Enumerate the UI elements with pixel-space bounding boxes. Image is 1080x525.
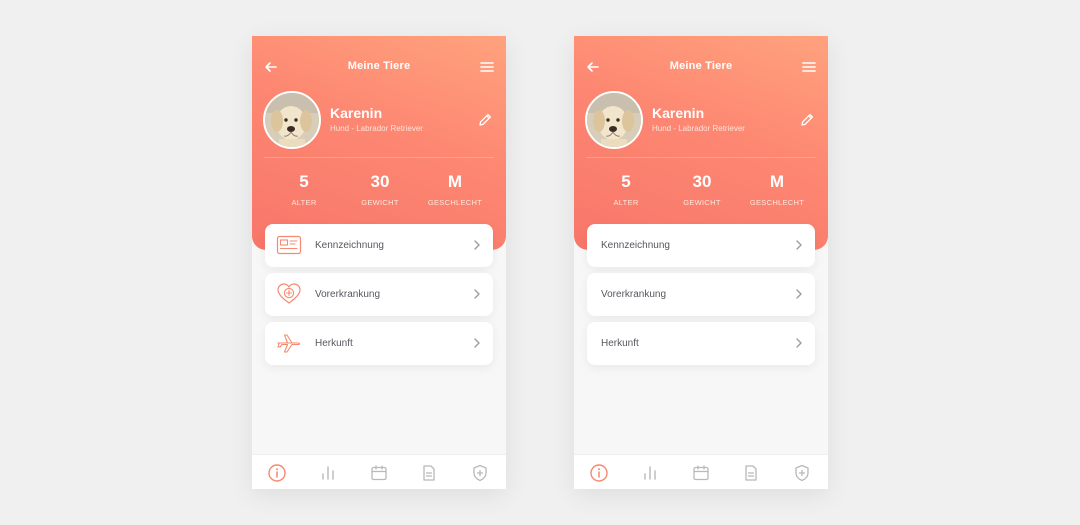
shield-plus-icon: [795, 464, 809, 482]
chevron-right-icon: [794, 288, 804, 300]
edit-button[interactable]: [476, 111, 494, 129]
pet-breed: Hund - Labrador Retriever: [330, 124, 423, 133]
profile-header: Meine Tiere Karenin Hund - Labrador Retr…: [252, 36, 506, 250]
stat-value: M: [769, 172, 785, 191]
profile-header: Meine Tiere Karenin Hund - Labrador Retr…: [574, 36, 828, 250]
pet-name: Karenin: [330, 105, 383, 121]
top-bar: Meine Tiere: [252, 56, 506, 78]
stat-weight: 30 GEWICHT: [667, 172, 737, 207]
pet-breed: Hund - Labrador Retriever: [652, 124, 745, 133]
page-title: Meine Tiere: [669, 60, 733, 72]
card-label: Kennzeichnung: [601, 240, 670, 251]
pet-avatar: [585, 91, 643, 149]
top-bar: Meine Tiere: [574, 56, 828, 78]
stat-label: GESCHLECHT: [427, 198, 483, 207]
heart-plus-icon: [276, 282, 302, 306]
pencil-icon: [479, 113, 492, 126]
header-divider: [264, 157, 494, 158]
card-label: Herkunft: [601, 338, 639, 349]
document-icon: [745, 465, 757, 481]
pet-avatar: [263, 91, 321, 149]
stat-value: 30: [370, 172, 390, 191]
card-label: Kennzeichnung: [315, 240, 384, 251]
document-icon: [423, 465, 435, 481]
airplane-icon: [276, 331, 302, 355]
edit-button[interactable]: [798, 111, 816, 129]
chevron-right-icon: [472, 337, 482, 349]
hamburger-icon: [802, 62, 816, 72]
card-label: Vorerkrankung: [315, 289, 381, 300]
tab-calendar[interactable]: [691, 463, 711, 483]
tab-info[interactable]: [589, 463, 609, 483]
chevron-right-icon: [794, 239, 804, 251]
pet-name: Karenin: [652, 105, 705, 121]
bar-chart-icon: [322, 466, 334, 480]
stat-gender: M GESCHLECHT: [420, 172, 490, 207]
card-herkunft[interactable]: Herkunft: [265, 322, 493, 365]
card-vorerkrankung[interactable]: Vorerkrankung: [265, 273, 493, 316]
dog-photo: [265, 93, 319, 147]
stat-value: M: [447, 172, 463, 191]
card-kennzeichnung[interactable]: Kennzeichnung: [265, 224, 493, 267]
tab-info[interactable]: [267, 463, 287, 483]
stat-label: ALTER: [613, 198, 639, 207]
stat-age: 5 ALTER: [269, 172, 339, 207]
card-herkunft[interactable]: Herkunft: [587, 322, 815, 365]
chevron-right-icon: [472, 239, 482, 251]
tab-statistics[interactable]: [318, 463, 338, 483]
bottom-tab-bar: [252, 454, 506, 489]
card-label: Vorerkrankung: [601, 289, 667, 300]
info-icon: [268, 464, 286, 482]
tab-health[interactable]: [470, 463, 490, 483]
stat-weight: 30 GEWICHT: [345, 172, 415, 207]
phone-screen-with-icons: Meine Tiere Karenin Hund - Labrador Retr…: [252, 36, 506, 489]
stat-label: ALTER: [291, 198, 317, 207]
stat-label: GEWICHT: [683, 198, 721, 207]
calendar-icon: [693, 465, 709, 481]
calendar-icon: [371, 465, 387, 481]
pencil-icon: [801, 113, 814, 126]
hamburger-icon: [480, 62, 494, 72]
stat-label: GESCHLECHT: [749, 198, 805, 207]
dog-photo: [587, 93, 641, 147]
chevron-right-icon: [472, 288, 482, 300]
stat-value: 5: [621, 172, 631, 191]
menu-button[interactable]: [478, 58, 496, 76]
menu-button[interactable]: [800, 58, 818, 76]
stat-gender: M GESCHLECHT: [742, 172, 812, 207]
card-label: Herkunft: [315, 338, 353, 349]
id-card-icon: [276, 233, 302, 257]
info-icon: [590, 464, 608, 482]
card-vorerkrankung[interactable]: Vorerkrankung: [587, 273, 815, 316]
tab-calendar[interactable]: [369, 463, 389, 483]
tab-documents[interactable]: [419, 463, 439, 483]
phone-screen-without-icons: Meine Tiere Karenin Hund - Labrador Retr…: [574, 36, 828, 489]
stat-value: 5: [299, 172, 309, 191]
stat-label: GEWICHT: [361, 198, 399, 207]
bottom-tab-bar: [574, 454, 828, 489]
stat-value: 30: [692, 172, 712, 191]
tab-documents[interactable]: [741, 463, 761, 483]
card-kennzeichnung[interactable]: Kennzeichnung: [587, 224, 815, 267]
header-divider: [586, 157, 816, 158]
bar-chart-icon: [644, 466, 656, 480]
page-title: Meine Tiere: [347, 60, 411, 72]
tab-statistics[interactable]: [640, 463, 660, 483]
stat-age: 5 ALTER: [591, 172, 661, 207]
chevron-right-icon: [794, 337, 804, 349]
tab-health[interactable]: [792, 463, 812, 483]
shield-plus-icon: [473, 464, 487, 482]
